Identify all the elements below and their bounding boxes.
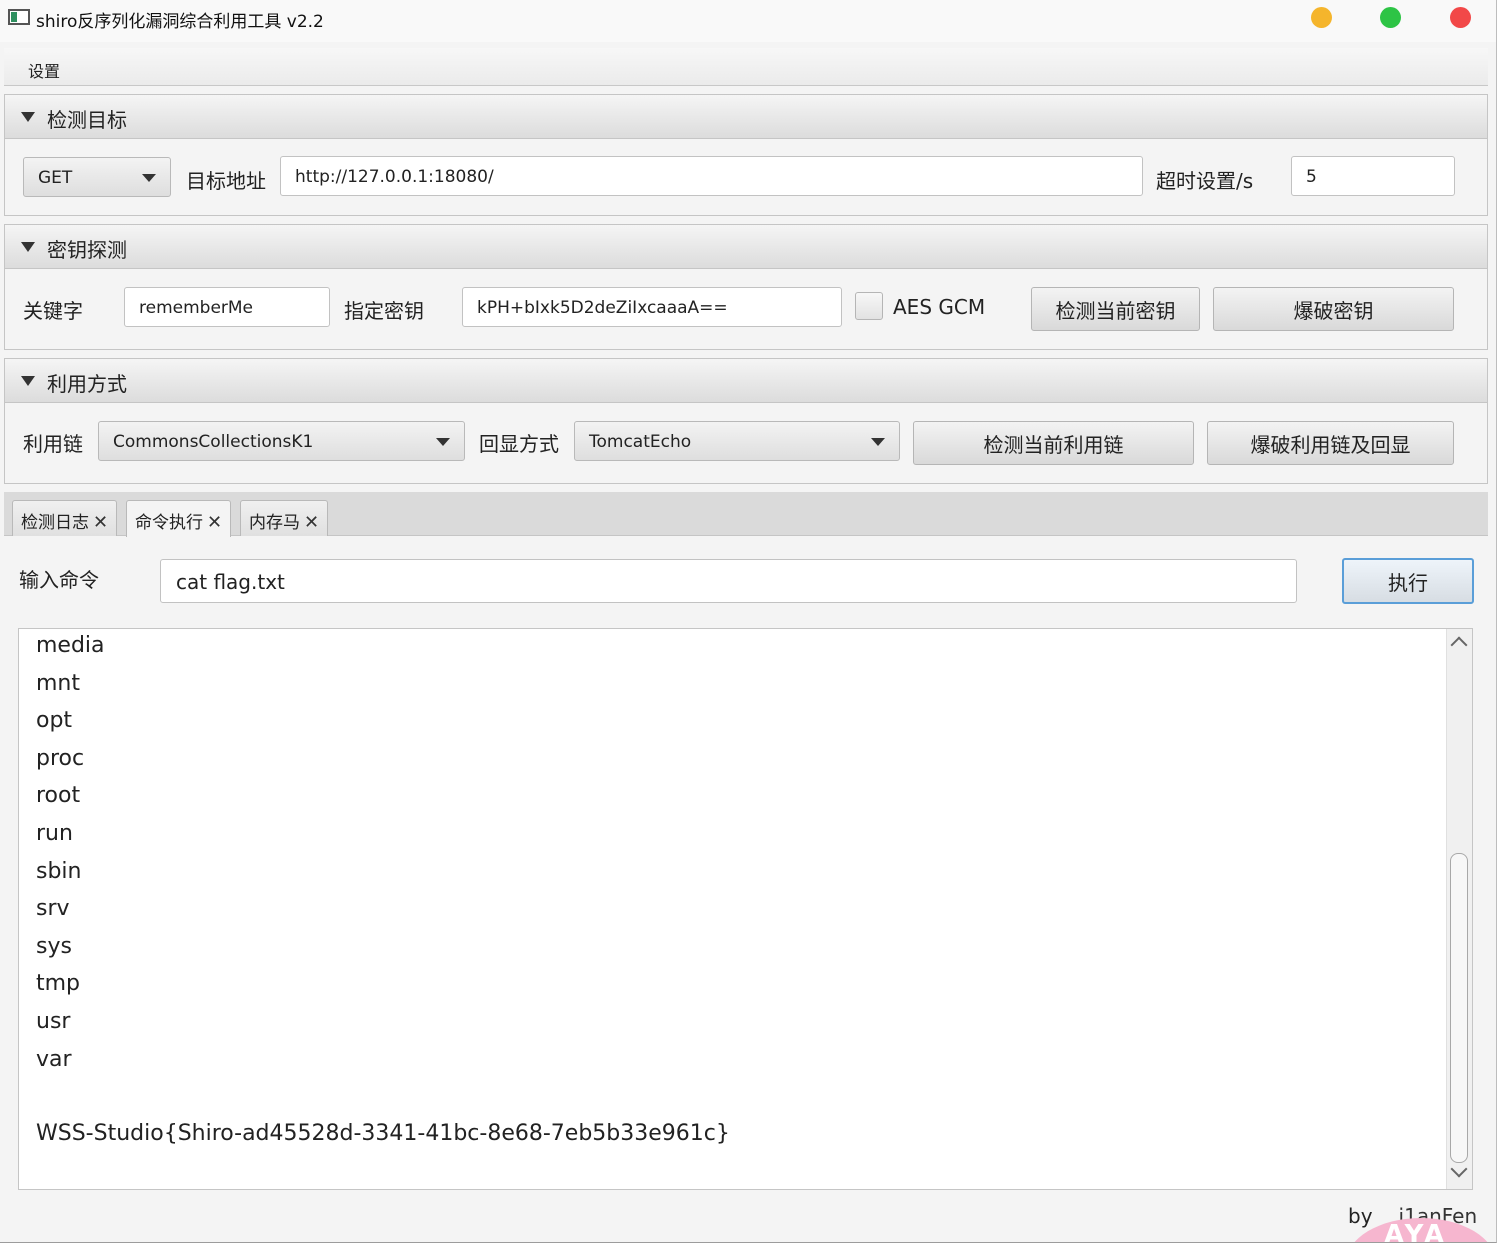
tab-detect-log[interactable]: 检测日志 ✕ bbox=[12, 500, 118, 536]
tab-memshell-label: 内存马 bbox=[249, 513, 300, 533]
output-line: WSS-Studio{Shiro-ad45528d-3341-41bc-8e68… bbox=[36, 1121, 730, 1147]
aes-gcm-checkbox[interactable] bbox=[855, 292, 883, 320]
collapse-arrow-icon bbox=[21, 376, 35, 386]
target-pane-title: 检测目标 bbox=[47, 108, 127, 132]
close-button[interactable] bbox=[1450, 7, 1471, 28]
output-line: sbin bbox=[36, 858, 82, 884]
chain-value: CommonsCollectionsK1 bbox=[113, 432, 314, 452]
http-method-select[interactable]: GET bbox=[23, 157, 171, 197]
aes-gcm-label: AES GCM bbox=[893, 295, 986, 319]
chevron-down-icon bbox=[436, 438, 450, 446]
timeout-input[interactable]: 5 bbox=[1291, 156, 1455, 196]
tab-memshell[interactable]: 内存马 ✕ bbox=[240, 500, 329, 536]
title-bar: shiro反序列化漏洞综合利用工具 v2.2 bbox=[0, 0, 1496, 42]
vertical-scrollbar[interactable] bbox=[1446, 629, 1472, 1189]
chain-select[interactable]: CommonsCollectionsK1 bbox=[98, 421, 465, 461]
keyword-input[interactable]: rememberMe bbox=[124, 287, 330, 327]
close-icon[interactable]: ✕ bbox=[207, 512, 222, 533]
output-textarea[interactable]: media mnt opt proc root run sbin srv sys tmp usr va… bbox=[18, 628, 1473, 1190]
url-input[interactable]: http://127.0.0.1:18080/ bbox=[280, 156, 1143, 196]
keyword-label: 关键字 bbox=[23, 299, 83, 323]
footer-by: by bbox=[1348, 1204, 1373, 1228]
output-line: proc bbox=[36, 745, 85, 771]
output-lines: media mnt opt proc root run sbin srv sys tmp usr va… bbox=[36, 629, 730, 1153]
scroll-up-icon[interactable] bbox=[1450, 636, 1468, 654]
output-line: srv bbox=[36, 896, 70, 922]
chain-label: 利用链 bbox=[23, 432, 83, 456]
menu-bar: 设置 bbox=[4, 48, 1488, 86]
chevron-down-icon bbox=[871, 438, 885, 446]
check-key-button[interactable]: 检测当前密钥 bbox=[1031, 287, 1200, 331]
key-label: 指定密钥 bbox=[344, 299, 424, 323]
key-pane-header[interactable]: 密钥探测 bbox=[5, 225, 1487, 269]
output-line: root bbox=[36, 783, 81, 809]
echo-select[interactable]: TomcatEcho bbox=[574, 421, 900, 461]
close-icon[interactable]: ✕ bbox=[93, 512, 108, 533]
chevron-down-icon bbox=[142, 174, 156, 182]
output-line: run bbox=[36, 820, 73, 846]
output-line: opt bbox=[36, 708, 73, 734]
window-title: shiro反序列化漏洞综合利用工具 v2.2 bbox=[36, 12, 324, 32]
output-line: tmp bbox=[36, 971, 81, 997]
collapse-arrow-icon bbox=[21, 242, 35, 252]
url-label: 目标地址 bbox=[186, 169, 266, 193]
output-line: var bbox=[36, 1046, 72, 1072]
app-window: shiro反序列化漏洞综合利用工具 v2.2 设置 检测目标 GET 目标地址 … bbox=[0, 0, 1497, 1243]
close-icon[interactable]: ✕ bbox=[304, 512, 319, 533]
output-line: media bbox=[36, 633, 105, 658]
command-label: 输入命令 bbox=[19, 568, 99, 592]
http-method-value: GET bbox=[38, 168, 73, 188]
brute-key-button[interactable]: 爆破密钥 bbox=[1213, 287, 1454, 331]
tab-detect-log-label: 检测日志 bbox=[21, 513, 89, 533]
echo-label: 回显方式 bbox=[479, 432, 559, 456]
output-line: sys bbox=[36, 933, 72, 959]
exploit-pane-header[interactable]: 利用方式 bbox=[5, 359, 1487, 403]
tab-command-exec-label: 命令执行 bbox=[135, 513, 203, 533]
timeout-label: 超时设置/s bbox=[1156, 169, 1254, 193]
target-pane-header[interactable]: 检测目标 bbox=[5, 95, 1487, 139]
output-line: mnt bbox=[36, 670, 80, 696]
minimize-button[interactable] bbox=[1311, 7, 1332, 28]
check-chain-button[interactable]: 检测当前利用链 bbox=[913, 421, 1194, 465]
tab-command-exec[interactable]: 命令执行 ✕ bbox=[126, 500, 232, 537]
avatar-badge-text: AYA bbox=[1384, 1220, 1448, 1243]
brute-chain-button[interactable]: 爆破利用链及回显 bbox=[1207, 421, 1454, 465]
scroll-thumb[interactable] bbox=[1450, 853, 1468, 1163]
echo-value: TomcatEcho bbox=[589, 432, 692, 452]
exploit-pane-title: 利用方式 bbox=[47, 372, 127, 396]
tab-strip: 检测日志 ✕ 命令执行 ✕ 内存马 ✕ bbox=[4, 492, 1488, 537]
maximize-button[interactable] bbox=[1380, 7, 1401, 28]
command-input[interactable]: cat flag.txt bbox=[160, 559, 1297, 603]
app-icon bbox=[8, 9, 30, 25]
output-line: usr bbox=[36, 1008, 71, 1034]
target-pane: 检测目标 bbox=[4, 94, 1488, 216]
menu-settings[interactable]: 设置 bbox=[28, 58, 60, 82]
key-input[interactable]: kPH+bIxk5D2deZiIxcaaaA== bbox=[462, 287, 842, 327]
collapse-arrow-icon bbox=[21, 112, 35, 122]
key-pane-title: 密钥探测 bbox=[47, 238, 127, 262]
scroll-down-icon[interactable] bbox=[1450, 1160, 1468, 1178]
execute-button[interactable]: 执行 bbox=[1342, 558, 1474, 604]
